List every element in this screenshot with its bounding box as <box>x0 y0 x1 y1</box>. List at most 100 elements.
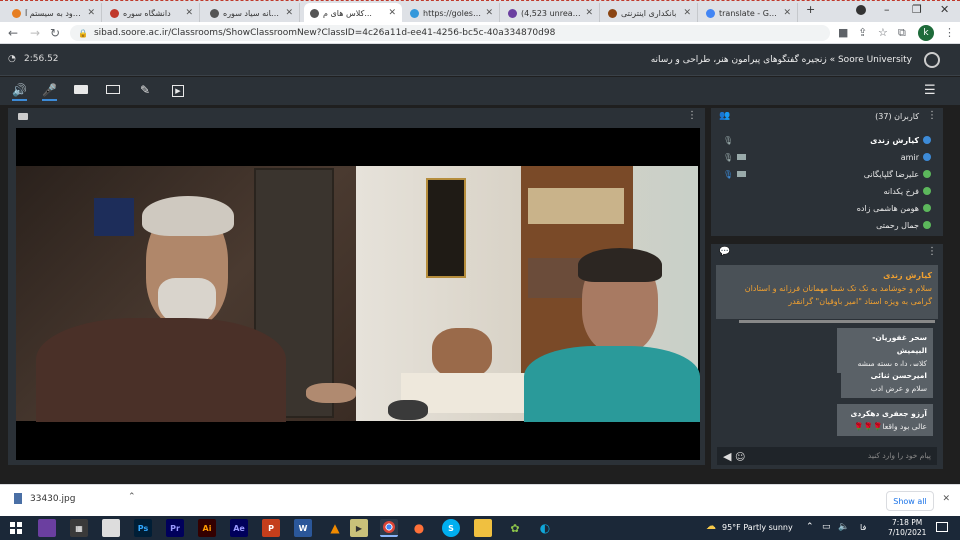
user-avatar-icon <box>923 221 931 229</box>
browser-tab[interactable]: دانشگاه سوره ✕ <box>104 3 200 23</box>
illustrator-icon[interactable]: Ai <box>198 519 216 537</box>
browser-tab[interactable]: translate - Google✕ <box>700 3 798 23</box>
maximize-icon[interactable]: ❐ <box>912 3 922 16</box>
notifications-icon[interactable] <box>936 522 948 532</box>
user-row[interactable]: جمال رحمتی <box>723 217 931 233</box>
weather-icon: ☁ <box>706 521 716 532</box>
browser-tab[interactable]: بانکداری اینترنتی ✕ <box>602 3 698 23</box>
language-indicator[interactable]: فا <box>860 523 866 532</box>
send-icon[interactable]: ◀ <box>723 450 731 463</box>
whiteboard-pen-icon[interactable]: ✎ <box>140 83 150 97</box>
show-all-button[interactable]: Show all <box>886 491 934 511</box>
file-explorer-icon[interactable] <box>474 519 492 537</box>
tab-search-icon[interactable] <box>856 5 866 15</box>
more-menu-icon[interactable]: ⋮ <box>944 26 955 39</box>
decorative-vase <box>426 178 466 278</box>
start-windows-icon[interactable] <box>10 522 22 534</box>
close-tab-icon[interactable]: ✕ <box>683 8 691 18</box>
photoshop-icon[interactable]: Ps <box>134 519 152 537</box>
bookshelf-books <box>528 188 624 224</box>
notepad-icon[interactable] <box>102 519 120 537</box>
chat-scrollbar[interactable] <box>739 320 935 323</box>
play-media-icon[interactable]: ▶ <box>172 85 184 97</box>
minimize-icon[interactable]: – <box>884 3 890 16</box>
breadcrumb[interactable]: Soore University » زنجیره گفتگوهای پیرام… <box>651 55 912 65</box>
tab-favicon-icon <box>706 8 715 18</box>
close-downloads-icon[interactable]: ✕ <box>942 494 950 504</box>
close-window-icon[interactable]: ✕ <box>940 3 949 16</box>
video-panel: ⋮ <box>8 108 705 465</box>
reload-icon[interactable]: ↻ <box>50 26 60 40</box>
browser-tab[interactable]: ورود به سیستم آ...✕ <box>6 3 102 23</box>
clock-date[interactable]: 7/10/2021 <box>888 528 926 537</box>
emoji-icon[interactable]: ☺ <box>735 452 745 463</box>
close-tab-icon[interactable]: ✕ <box>185 8 193 18</box>
speaker-icon[interactable]: 🔊 <box>12 83 27 101</box>
powerpoint-icon[interactable]: P <box>262 519 280 537</box>
close-tab-icon[interactable]: ✕ <box>485 8 493 18</box>
chat-input[interactable]: پیام خود را وارد کنید <box>717 447 937 465</box>
after-effects-icon[interactable]: Ae <box>230 519 248 537</box>
premiere-icon[interactable]: Pr <box>166 519 184 537</box>
vlc-icon[interactable]: ▲ <box>326 519 344 537</box>
browser-tab[interactable]: https://golestan...✕ <box>404 3 500 23</box>
star-icon[interactable]: ☆ <box>878 26 888 39</box>
firefox-icon[interactable]: ● <box>410 519 428 537</box>
film-icon[interactable]: ▦ <box>70 519 88 537</box>
clock-time[interactable]: 7:18 PM <box>892 518 922 527</box>
edge-icon[interactable]: ◐ <box>536 519 554 537</box>
person-right-hair <box>578 248 662 282</box>
close-tab-icon[interactable]: ✕ <box>87 8 95 18</box>
wall-poster <box>94 198 134 236</box>
word-icon[interactable]: W <box>294 519 312 537</box>
back-icon[interactable]: ← <box>8 26 18 40</box>
user-row[interactable]: amir 🎙 <box>723 149 931 165</box>
os-taskbar: ▦ Ps Pr Ai Ae P W ▲ ▶ ● S ✿ ◐ ☁ 95°F Par… <box>0 516 960 540</box>
camera-icon[interactable] <box>74 85 88 94</box>
share-icon[interactable]: ⇪ <box>858 26 867 39</box>
tab-favicon-icon <box>110 8 119 18</box>
profile-avatar[interactable]: k <box>918 25 934 41</box>
volume-icon[interactable]: 🔈 <box>838 522 849 532</box>
hamburger-menu-icon[interactable]: ☰ <box>924 83 936 98</box>
close-tab-icon[interactable]: ✕ <box>783 8 791 18</box>
panel-options-icon[interactable]: ⋮ <box>927 246 937 257</box>
browser-tab-active[interactable]: کلاس های م... ✕ <box>304 3 402 23</box>
vs-icon[interactable] <box>38 519 56 537</box>
person-left-hair <box>142 196 234 236</box>
chevron-up-icon[interactable]: ⌃ <box>128 492 136 502</box>
forward-icon[interactable]: → <box>30 26 40 40</box>
tray-chevron-icon[interactable]: ⌃ <box>806 522 814 532</box>
panel-options-icon[interactable]: ⋮ <box>927 110 937 121</box>
microphone-icon[interactable]: 🎤 <box>42 83 57 101</box>
extensions-icon[interactable]: ⧉ <box>898 26 906 40</box>
user-row[interactable]: فرخ یکدانه <box>723 183 931 199</box>
weather-text[interactable]: 95°F Partly sunny <box>722 523 793 532</box>
camera-icon[interactable]: ■ <box>838 26 848 39</box>
bug-app-icon[interactable]: ✿ <box>506 519 524 537</box>
chat-message: آرزو جعفری دهکردی عالی بود واقعا🌹🌹🌹 <box>837 404 933 436</box>
clock-icon: ◔ <box>8 54 16 64</box>
new-tab-button[interactable]: + <box>806 3 815 16</box>
skype-icon[interactable]: S <box>442 519 460 537</box>
browser-tab-strip: ورود به سیستم آ...✕ دانشگاه سوره✕ سامانه… <box>0 0 960 23</box>
download-filename[interactable]: 33430.jpg <box>30 494 75 504</box>
media-player-icon[interactable]: ▶ <box>350 519 368 537</box>
url-field[interactable]: 🔒 sibad.soore.ac.ir/Classrooms/ShowClass… <box>70 25 830 41</box>
chat-message: امیرحسن ثنائی سلام و عرض ادب <box>841 366 933 398</box>
screen-share-icon[interactable] <box>106 85 120 94</box>
user-row[interactable]: هومن هاشمی زاده <box>723 200 931 216</box>
video-stream[interactable] <box>16 128 700 460</box>
close-tab-icon[interactable]: ✕ <box>388 8 396 18</box>
app-header: ◔ 2:56.52 Soore University » زنجیره گفتگ… <box>0 44 960 76</box>
browser-tab[interactable]: (4,523 unread) - ✕ <box>502 3 600 23</box>
user-row[interactable]: علیرضا گلپایگانی 🎙 <box>723 166 931 182</box>
user-row[interactable]: کیارش زندی 🎙 <box>723 132 931 148</box>
close-tab-icon[interactable]: ✕ <box>585 8 593 18</box>
close-tab-icon[interactable]: ✕ <box>285 8 293 18</box>
network-icon[interactable]: ▭ <box>822 522 831 532</box>
panel-options-icon[interactable]: ⋮ <box>687 110 697 121</box>
users-panel: 👥 کاربران (37) ⋮ کیارش زندی 🎙 amir 🎙 علی… <box>711 108 943 236</box>
chrome-icon[interactable] <box>380 519 398 537</box>
browser-tab[interactable]: سامانه سیاد سوره ✕ <box>204 3 300 23</box>
